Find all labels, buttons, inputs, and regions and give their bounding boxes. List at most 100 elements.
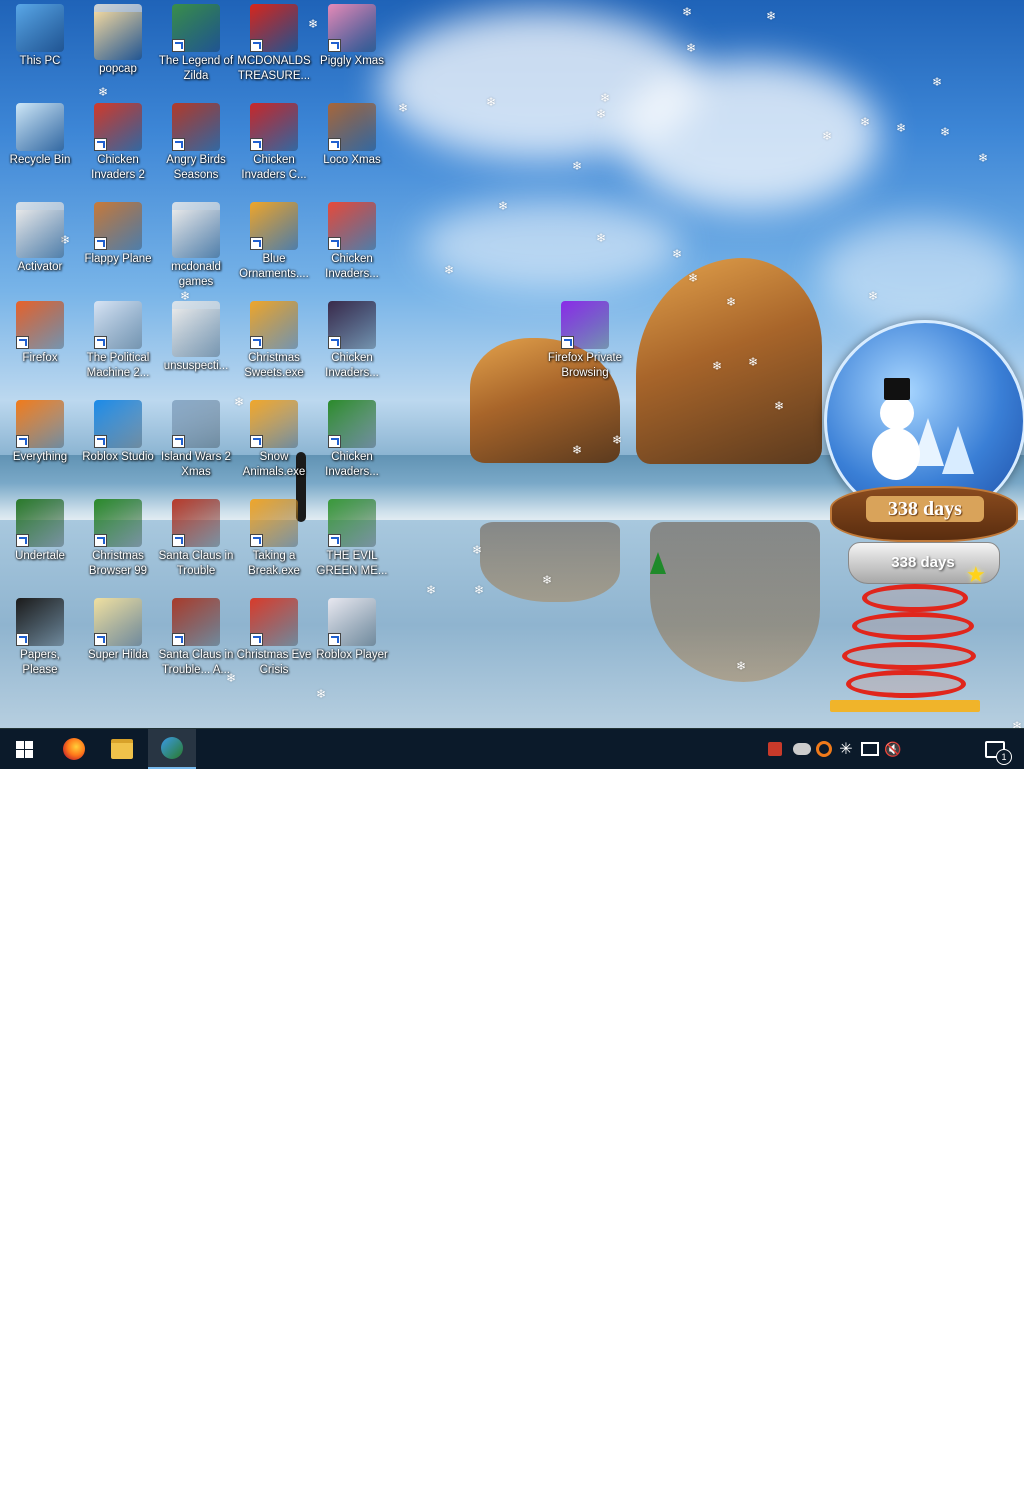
snowflake: ❄ (316, 687, 327, 701)
desktop-icon-label: unsuspecti... (163, 360, 229, 372)
desktop-icon[interactable]: The Political Machine 2... (78, 301, 158, 381)
start-button[interactable] (0, 729, 48, 769)
tray-app-icon[interactable] (764, 729, 786, 769)
desktop-icon[interactable]: Christmas Sweets.exe (234, 301, 314, 381)
desktop-icon[interactable]: Island Wars 2 Xmas (156, 400, 236, 480)
snowflake: ❄ (572, 443, 583, 457)
shortcut-arrow-icon (172, 633, 185, 646)
desktop-icon[interactable]: Chicken Invaders... (312, 202, 392, 282)
desktop-icon-label: Chicken Invaders... (325, 253, 379, 280)
desktop-icon[interactable]: Everything (0, 400, 80, 465)
desktop-icon[interactable]: Activator (0, 202, 80, 275)
desktop-icon[interactable]: Recycle Bin (0, 103, 80, 168)
desktop-icon[interactable]: Christmas Eve Crisis (234, 598, 314, 678)
desktop-icon[interactable]: Loco Xmas (312, 103, 392, 168)
chicken-icon (94, 103, 142, 151)
snowflake: ❄ (612, 433, 623, 447)
desktop-icon[interactable]: MCDONALDS TREASURE... (234, 4, 314, 84)
desktop-icon-label: Santa Claus in Trouble (158, 550, 234, 577)
desktop-icon-label: Flappy Plane (84, 253, 152, 265)
folder-icon (172, 301, 220, 357)
shortcut-arrow-icon (250, 633, 263, 646)
desktop-icon-label: Roblox Studio (82, 451, 154, 463)
desktop-icon[interactable]: Flappy Plane (78, 202, 158, 267)
desktop-icon[interactable]: Chicken Invaders... (312, 301, 392, 381)
desktop-icon-label: Angry Birds Seasons (166, 154, 226, 181)
desktop-icon[interactable]: Taking a Break.exe (234, 499, 314, 579)
desktop-icon[interactable]: Santa Claus in Trouble (156, 499, 236, 579)
desktop-icon[interactable]: Piggly Xmas (312, 4, 392, 69)
papers-please-icon (16, 598, 64, 646)
clock-time: 7:28 AM (915, 1462, 961, 1476)
desktop-icon[interactable]: Papers, Please (0, 598, 80, 678)
desktop-icon[interactable]: Snow Animals.exe (234, 400, 314, 480)
snowflake: ❄ (596, 107, 607, 121)
desktop-icon[interactable]: The Legend of Zilda (156, 4, 236, 84)
tray-search-tool-icon[interactable] (814, 729, 834, 769)
desktop-icon-label: Roblox Player (316, 649, 388, 661)
taskbar-firefox[interactable] (50, 729, 98, 769)
desktop-icon[interactable]: Firefox (0, 301, 80, 366)
snowflake: ❄ (978, 151, 989, 165)
shortcut-arrow-icon (16, 633, 29, 646)
snowflake: ❄ (748, 355, 759, 369)
chicken-icon (328, 202, 376, 250)
taskbar-clock[interactable]: 7:28 AM 1/20/2025 (906, 1458, 970, 1498)
snowflake: ❄ (486, 95, 497, 109)
notification-count: 1 (996, 748, 1012, 765)
desktop-icon[interactable]: Blue Ornaments.... (234, 202, 314, 282)
desktop-icon[interactable]: Firefox Private Browsing (545, 301, 625, 381)
shortcut-arrow-icon (250, 237, 263, 250)
tray-snowflake-icon[interactable]: ✳ (836, 729, 856, 769)
desktop-icon[interactable]: Christmas Browser 99 (78, 499, 158, 579)
desktop-icon[interactable]: Super Hilda (78, 598, 158, 663)
mcdonalds-icon (250, 4, 298, 52)
desktop-icon[interactable]: Chicken Invaders 2 (78, 103, 158, 183)
shortcut-arrow-icon (94, 633, 107, 646)
santa-icon (172, 598, 220, 646)
desktop-icon[interactable]: Roblox Player (312, 598, 392, 663)
desktop-icon-label: Loco Xmas (323, 154, 381, 166)
desktop-icon[interactable]: Chicken Invaders... (312, 400, 392, 480)
desktop-icon[interactable]: Chicken Invaders C... (234, 103, 314, 183)
game-icon (172, 4, 220, 52)
desktop-icon[interactable]: This PC (0, 4, 80, 69)
desktop-icon[interactable]: mcdonald games (156, 202, 236, 290)
santa-icon (250, 598, 298, 646)
shortcut-arrow-icon (328, 138, 341, 151)
notification-center-button[interactable]: 1 (980, 729, 1012, 769)
taskbar-app[interactable] (148, 729, 196, 769)
desktop-icon[interactable]: THE EVIL GREEN ME... (312, 499, 392, 579)
tray-network-icon[interactable] (860, 729, 880, 769)
snowflake: ❄ (712, 359, 723, 373)
desktop-icon[interactable]: Undertale (0, 499, 80, 564)
desktop-icon-label: Chicken Invaders C... (241, 154, 307, 181)
taskbar-file-explorer[interactable] (98, 729, 146, 769)
desktop[interactable]: ❄ ❄ ❄ ❄ ❄ ❄ ❄ ❄ ❄ ❄ ❄ ❄ ❄ ❄ ❄ ❄ ❄ ❄ ❄ ❄ … (0, 0, 1024, 728)
game-icon (94, 202, 142, 250)
shortcut-arrow-icon (94, 435, 107, 448)
exe-icon (250, 301, 298, 349)
computer-icon (16, 4, 64, 52)
desktop-icon-label: This PC (19, 55, 61, 67)
snowflake: ❄ (542, 573, 553, 587)
taskbar: ✳ 🔇 7:28 AM 1/20/2025 1 (0, 728, 1024, 1494)
snowflake: ❄ (686, 41, 697, 55)
snowflake: ❄ (774, 399, 785, 413)
desktop-icon-label: Papers, Please (20, 649, 60, 676)
desktop-icon[interactable]: Angry Birds Seasons (156, 103, 236, 183)
desktop-icon[interactable]: unsuspecti... (156, 301, 236, 374)
notification-icon: 1 (985, 740, 1012, 765)
desktop-icon[interactable]: popcap (78, 4, 158, 77)
angry-bird-icon (172, 103, 220, 151)
snowflake: ❄ (726, 295, 737, 309)
messenger-icon (328, 499, 376, 547)
christmas-tree-widget[interactable]: ★ (830, 560, 1024, 728)
tray-gamepad-icon[interactable] (790, 729, 814, 769)
snowflake: ❄ (398, 101, 409, 115)
desktop-icon[interactable]: Santa Claus in Trouble... A... (156, 598, 236, 678)
tray-volume-muted-icon[interactable]: 🔇 (882, 729, 904, 769)
tree-cursor-icon (650, 552, 666, 574)
desktop-icon[interactable]: Roblox Studio (78, 400, 158, 465)
snowflake: ❄ (426, 583, 437, 597)
